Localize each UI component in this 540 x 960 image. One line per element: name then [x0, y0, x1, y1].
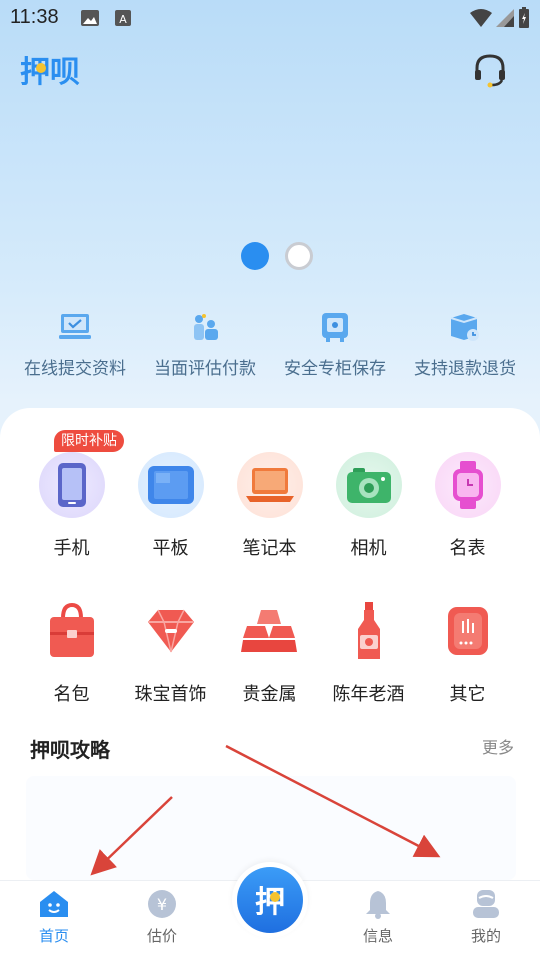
nav-profile[interactable]: 我的	[446, 889, 526, 946]
logo-text: 押呗	[20, 55, 80, 88]
svg-text:¥: ¥	[157, 895, 167, 914]
pawn-center-button[interactable]: 押	[232, 862, 308, 938]
battery-icon	[519, 7, 529, 28]
guide-section-title: 押呗攻略	[30, 738, 110, 762]
home-icon	[40, 891, 68, 917]
feature-face-evaluate: 当面评估付款	[140, 310, 270, 379]
center-button-inner: 押	[237, 867, 303, 933]
category-label: 贵金属	[242, 684, 297, 705]
camera-icon	[335, 452, 402, 518]
category-grid: 手机 平板 笔记本 相机 名表 名包 珠宝首饰 贵金属 陈年老酒 其它	[22, 452, 518, 706]
status-bar: 11:38 A	[0, 0, 540, 36]
gold-bars-icon	[237, 598, 303, 664]
category-label: 平板	[152, 538, 189, 559]
pager-dot-1[interactable]	[241, 242, 269, 270]
category-camera[interactable]: 相机	[319, 452, 418, 560]
category-label: 其它	[449, 684, 486, 705]
pawn-logo-icon: 押	[255, 885, 285, 920]
category-label: 名表	[449, 538, 486, 559]
feature-row: 在线提交资料 当面评估付款 安全专柜保存 支持退款退货	[10, 310, 530, 379]
status-icons	[470, 7, 530, 29]
category-label: 陈年老酒	[332, 684, 405, 705]
nav-messages[interactable]: 信息	[338, 889, 418, 946]
watch-icon	[434, 452, 501, 518]
people-icon	[194, 314, 218, 340]
limited-subsidy-badge: 限时补贴	[54, 430, 124, 452]
category-precious-metal[interactable]: 贵金属	[220, 598, 319, 706]
category-other[interactable]: 其它	[418, 598, 517, 706]
handbag-icon	[39, 598, 105, 664]
yuan-icon: ¥	[148, 890, 176, 918]
nav-label: 首页	[38, 927, 69, 945]
feature-label: 安全专柜保存	[284, 359, 386, 379]
laptop-check-icon	[59, 314, 91, 339]
gem-icon	[138, 598, 204, 664]
category-label: 手机	[53, 538, 90, 559]
font-notification-icon: A	[115, 10, 131, 26]
status-time: 11:38	[10, 6, 59, 28]
wifi-icon	[470, 9, 492, 27]
phone-icon	[38, 452, 105, 518]
feature-safe-storage: 安全专柜保存	[270, 310, 400, 379]
return-box-icon	[450, 314, 479, 341]
banner-pager	[241, 242, 313, 270]
liquor-bottle-icon	[336, 598, 402, 664]
nav-label: 我的	[470, 927, 501, 945]
category-liquor[interactable]: 陈年老酒	[319, 598, 418, 706]
category-label: 名包	[53, 684, 90, 705]
category-tablet[interactable]: 平板	[121, 452, 220, 560]
category-label: 珠宝首饰	[134, 684, 207, 705]
headset-icon	[475, 54, 505, 88]
category-laptop[interactable]: 笔记本	[220, 452, 319, 560]
category-phone[interactable]: 手机	[22, 452, 121, 560]
safe-icon	[322, 313, 348, 342]
feature-refund-return: 支持退款退货	[400, 310, 530, 379]
nav-label: 估价	[146, 927, 177, 945]
feature-label: 在线提交资料	[24, 359, 126, 379]
gallery-notification-icon	[81, 10, 99, 26]
customer-service-button[interactable]	[472, 52, 508, 88]
nav-home[interactable]: 首页	[14, 889, 94, 946]
category-jewelry[interactable]: 珠宝首饰	[121, 598, 220, 706]
laptop-icon	[236, 452, 303, 518]
svg-text:押: 押	[255, 885, 285, 920]
guide-more-link[interactable]: 更多	[482, 734, 514, 758]
nav-label: 信息	[362, 927, 393, 945]
svg-text:A: A	[119, 13, 127, 26]
tablet-icon	[137, 452, 204, 518]
category-label: 笔记本	[242, 538, 297, 559]
category-label: 相机	[350, 538, 387, 559]
category-watch[interactable]: 名表	[418, 452, 517, 560]
nav-valuation[interactable]: ¥ 估价	[122, 889, 202, 946]
feature-label: 支持退款退货	[414, 359, 516, 379]
signal-icon	[496, 9, 514, 27]
other-icon	[435, 598, 501, 664]
profile-icon	[473, 890, 499, 918]
category-handbag[interactable]: 名包	[22, 598, 121, 706]
pager-dot-2[interactable]	[285, 242, 313, 270]
feature-label: 当面评估付款	[154, 359, 256, 379]
app-logo: 押呗	[20, 52, 104, 92]
feature-online-submit: 在线提交资料	[10, 310, 140, 379]
bell-icon	[366, 891, 390, 919]
